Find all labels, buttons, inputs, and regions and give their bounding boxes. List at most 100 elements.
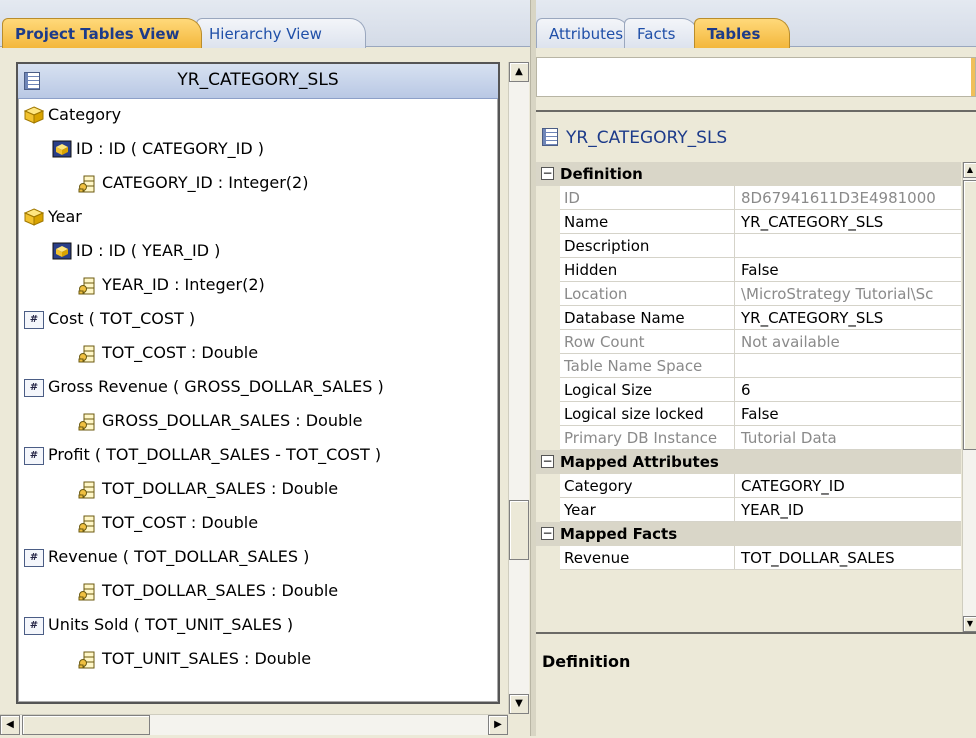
row-gutter <box>536 282 560 306</box>
table-tree-box: YR_CATEGORY_SLS Category ID : ID ( CATEGO… <box>16 62 500 704</box>
fact-icon: # <box>24 447 44 465</box>
scroll-down-icon[interactable]: ▼ <box>509 694 529 714</box>
property-name: Table Name Space <box>560 354 735 378</box>
tree-item-label: Category <box>48 105 122 124</box>
grid-scroll-thumb[interactable] <box>963 180 976 450</box>
property-row[interactable]: Name YR_CATEGORY_SLS <box>536 210 961 234</box>
property-value[interactable]: YR_CATEGORY_SLS <box>735 210 961 234</box>
property-row[interactable]: Database Name YR_CATEGORY_SLS <box>536 306 961 330</box>
category-label: Definition <box>560 165 643 183</box>
table-tree-header[interactable]: YR_CATEGORY_SLS <box>18 64 498 99</box>
scroll-thumb-horizontal[interactable] <box>22 715 150 735</box>
property-value[interactable]: TOT_DOLLAR_SALES <box>735 546 961 570</box>
tab-attributes[interactable]: Attributes <box>536 18 630 48</box>
collapse-icon[interactable]: − <box>541 167 554 180</box>
property-row[interactable]: Table Name Space <box>536 354 961 378</box>
tree-item-label: TOT_DOLLAR_SALES : Double <box>102 581 339 600</box>
property-name: Revenue <box>560 546 735 570</box>
property-name: Description <box>560 234 735 258</box>
scroll-down-icon[interactable]: ▼ <box>963 616 976 632</box>
collapse-icon[interactable]: − <box>541 455 554 468</box>
property-row[interactable]: Revenue TOT_DOLLAR_SALES <box>536 546 961 570</box>
attribute-cube-icon <box>24 208 44 226</box>
property-value[interactable]: False <box>735 258 961 282</box>
property-value[interactable]: False <box>735 402 961 426</box>
property-grid: − Definition ID 8D67941611D3E4981000 Name YR_… <box>536 162 961 636</box>
tab-hierarchy-view[interactable]: Hierarchy View <box>196 18 366 48</box>
property-name: ID <box>560 186 735 210</box>
tab-tables[interactable]: Tables <box>694 18 790 48</box>
fact-icon: # <box>24 311 44 329</box>
form-id-icon <box>52 242 72 260</box>
property-row[interactable]: Logical size locked False <box>536 402 961 426</box>
property-value[interactable] <box>735 234 961 258</box>
collapse-icon[interactable]: − <box>541 527 554 540</box>
row-gutter <box>536 186 560 210</box>
category-mapped-facts[interactable]: − Mapped Facts <box>536 522 961 546</box>
tree-item-label: TOT_UNIT_SALES : Double <box>102 649 312 668</box>
property-name: Logical Size <box>560 378 735 402</box>
tree-item-label: Year <box>48 207 82 226</box>
property-name: Location <box>560 282 735 306</box>
property-row[interactable]: ID 8D67941611D3E4981000 <box>536 186 961 210</box>
property-value[interactable]: YR_CATEGORY_SLS <box>735 306 961 330</box>
property-value[interactable]: CATEGORY_ID <box>735 474 961 498</box>
column-key-icon <box>78 651 95 669</box>
grid-vertical-scrollbar[interactable]: ▲ ▼ <box>962 162 976 632</box>
tree-vertical-scrollbar[interactable]: ▲ ▼ <box>508 62 529 714</box>
tree-item-label: TOT_COST : Double <box>102 343 259 362</box>
property-name: Category <box>560 474 735 498</box>
property-row[interactable]: Category CATEGORY_ID <box>536 474 961 498</box>
properties-pane: Attributes Facts Tables YR_CATEGORY_SLS … <box>536 0 976 738</box>
tree-item-label: ID : ID ( YEAR_ID ) <box>76 241 221 260</box>
tree-item-label: TOT_DOLLAR_SALES : Double <box>102 479 339 498</box>
row-gutter <box>536 498 560 522</box>
table-name: YR_CATEGORY_SLS <box>177 70 339 90</box>
tree-item-label: YEAR_ID : Integer(2) <box>102 275 265 294</box>
property-name: Row Count <box>560 330 735 354</box>
property-row[interactable]: Row Count Not available <box>536 330 961 354</box>
property-row[interactable]: Description <box>536 234 961 258</box>
tree-item-label: Gross Revenue ( GROSS_DOLLAR_SALES ) <box>48 377 384 396</box>
scroll-thumb[interactable] <box>509 500 529 560</box>
property-value[interactable]: 6 <box>735 378 961 402</box>
object-list-area[interactable] <box>536 57 976 97</box>
property-row[interactable]: Hidden False <box>536 258 961 282</box>
tree-item-label: GROSS_DOLLAR_SALES : Double <box>102 411 363 430</box>
project-tables-pane: Project Tables View Hierarchy View YR_CA… <box>0 0 530 736</box>
table-icon <box>542 128 558 146</box>
row-gutter <box>536 330 560 354</box>
property-value <box>735 354 961 378</box>
scroll-up-icon[interactable]: ▲ <box>963 162 976 178</box>
left-tab-strip: Project Tables View Hierarchy View <box>0 0 530 48</box>
row-gutter <box>536 546 560 570</box>
scroll-up-icon[interactable]: ▲ <box>509 62 529 82</box>
scroll-left-icon[interactable]: ◀ <box>0 715 20 735</box>
category-definition[interactable]: − Definition <box>536 162 961 186</box>
property-row[interactable]: Primary DB Instance Tutorial Data <box>536 426 961 450</box>
property-value[interactable]: YEAR_ID <box>735 498 961 522</box>
fact-icon: # <box>24 617 44 635</box>
category-mapped-attributes[interactable]: − Mapped Attributes <box>536 450 961 474</box>
property-value: Tutorial Data <box>735 426 961 450</box>
property-row[interactable]: Location \MicroStrategy Tutorial\Sc <box>536 282 961 306</box>
column-key-icon <box>78 583 95 601</box>
tree-item-label: ID : ID ( CATEGORY_ID ) <box>76 139 265 158</box>
tree-item-label: Units Sold ( TOT_UNIT_SALES ) <box>48 615 294 634</box>
row-gutter <box>536 210 560 234</box>
form-id-icon <box>52 140 72 158</box>
properties-title-text: YR_CATEGORY_SLS <box>566 128 728 148</box>
property-grid-panel: YR_CATEGORY_SLS − Definition ID 8D67941611D… <box>536 110 976 632</box>
tree-horizontal-scrollbar[interactable]: ◀ ▶ <box>0 714 508 735</box>
property-name: Hidden <box>560 258 735 282</box>
tab-facts[interactable]: Facts <box>624 18 698 48</box>
property-row[interactable]: Year YEAR_ID <box>536 498 961 522</box>
scroll-right-icon[interactable]: ▶ <box>488 715 508 735</box>
category-label: Mapped Facts <box>560 525 678 543</box>
tree-item-label: Revenue ( TOT_DOLLAR_SALES ) <box>48 547 310 566</box>
tab-project-tables-view[interactable]: Project Tables View <box>2 18 202 48</box>
row-gutter <box>536 402 560 426</box>
property-row[interactable]: Logical Size 6 <box>536 378 961 402</box>
property-value: \MicroStrategy Tutorial\Sc <box>735 282 961 306</box>
property-name: Logical size locked <box>560 402 735 426</box>
